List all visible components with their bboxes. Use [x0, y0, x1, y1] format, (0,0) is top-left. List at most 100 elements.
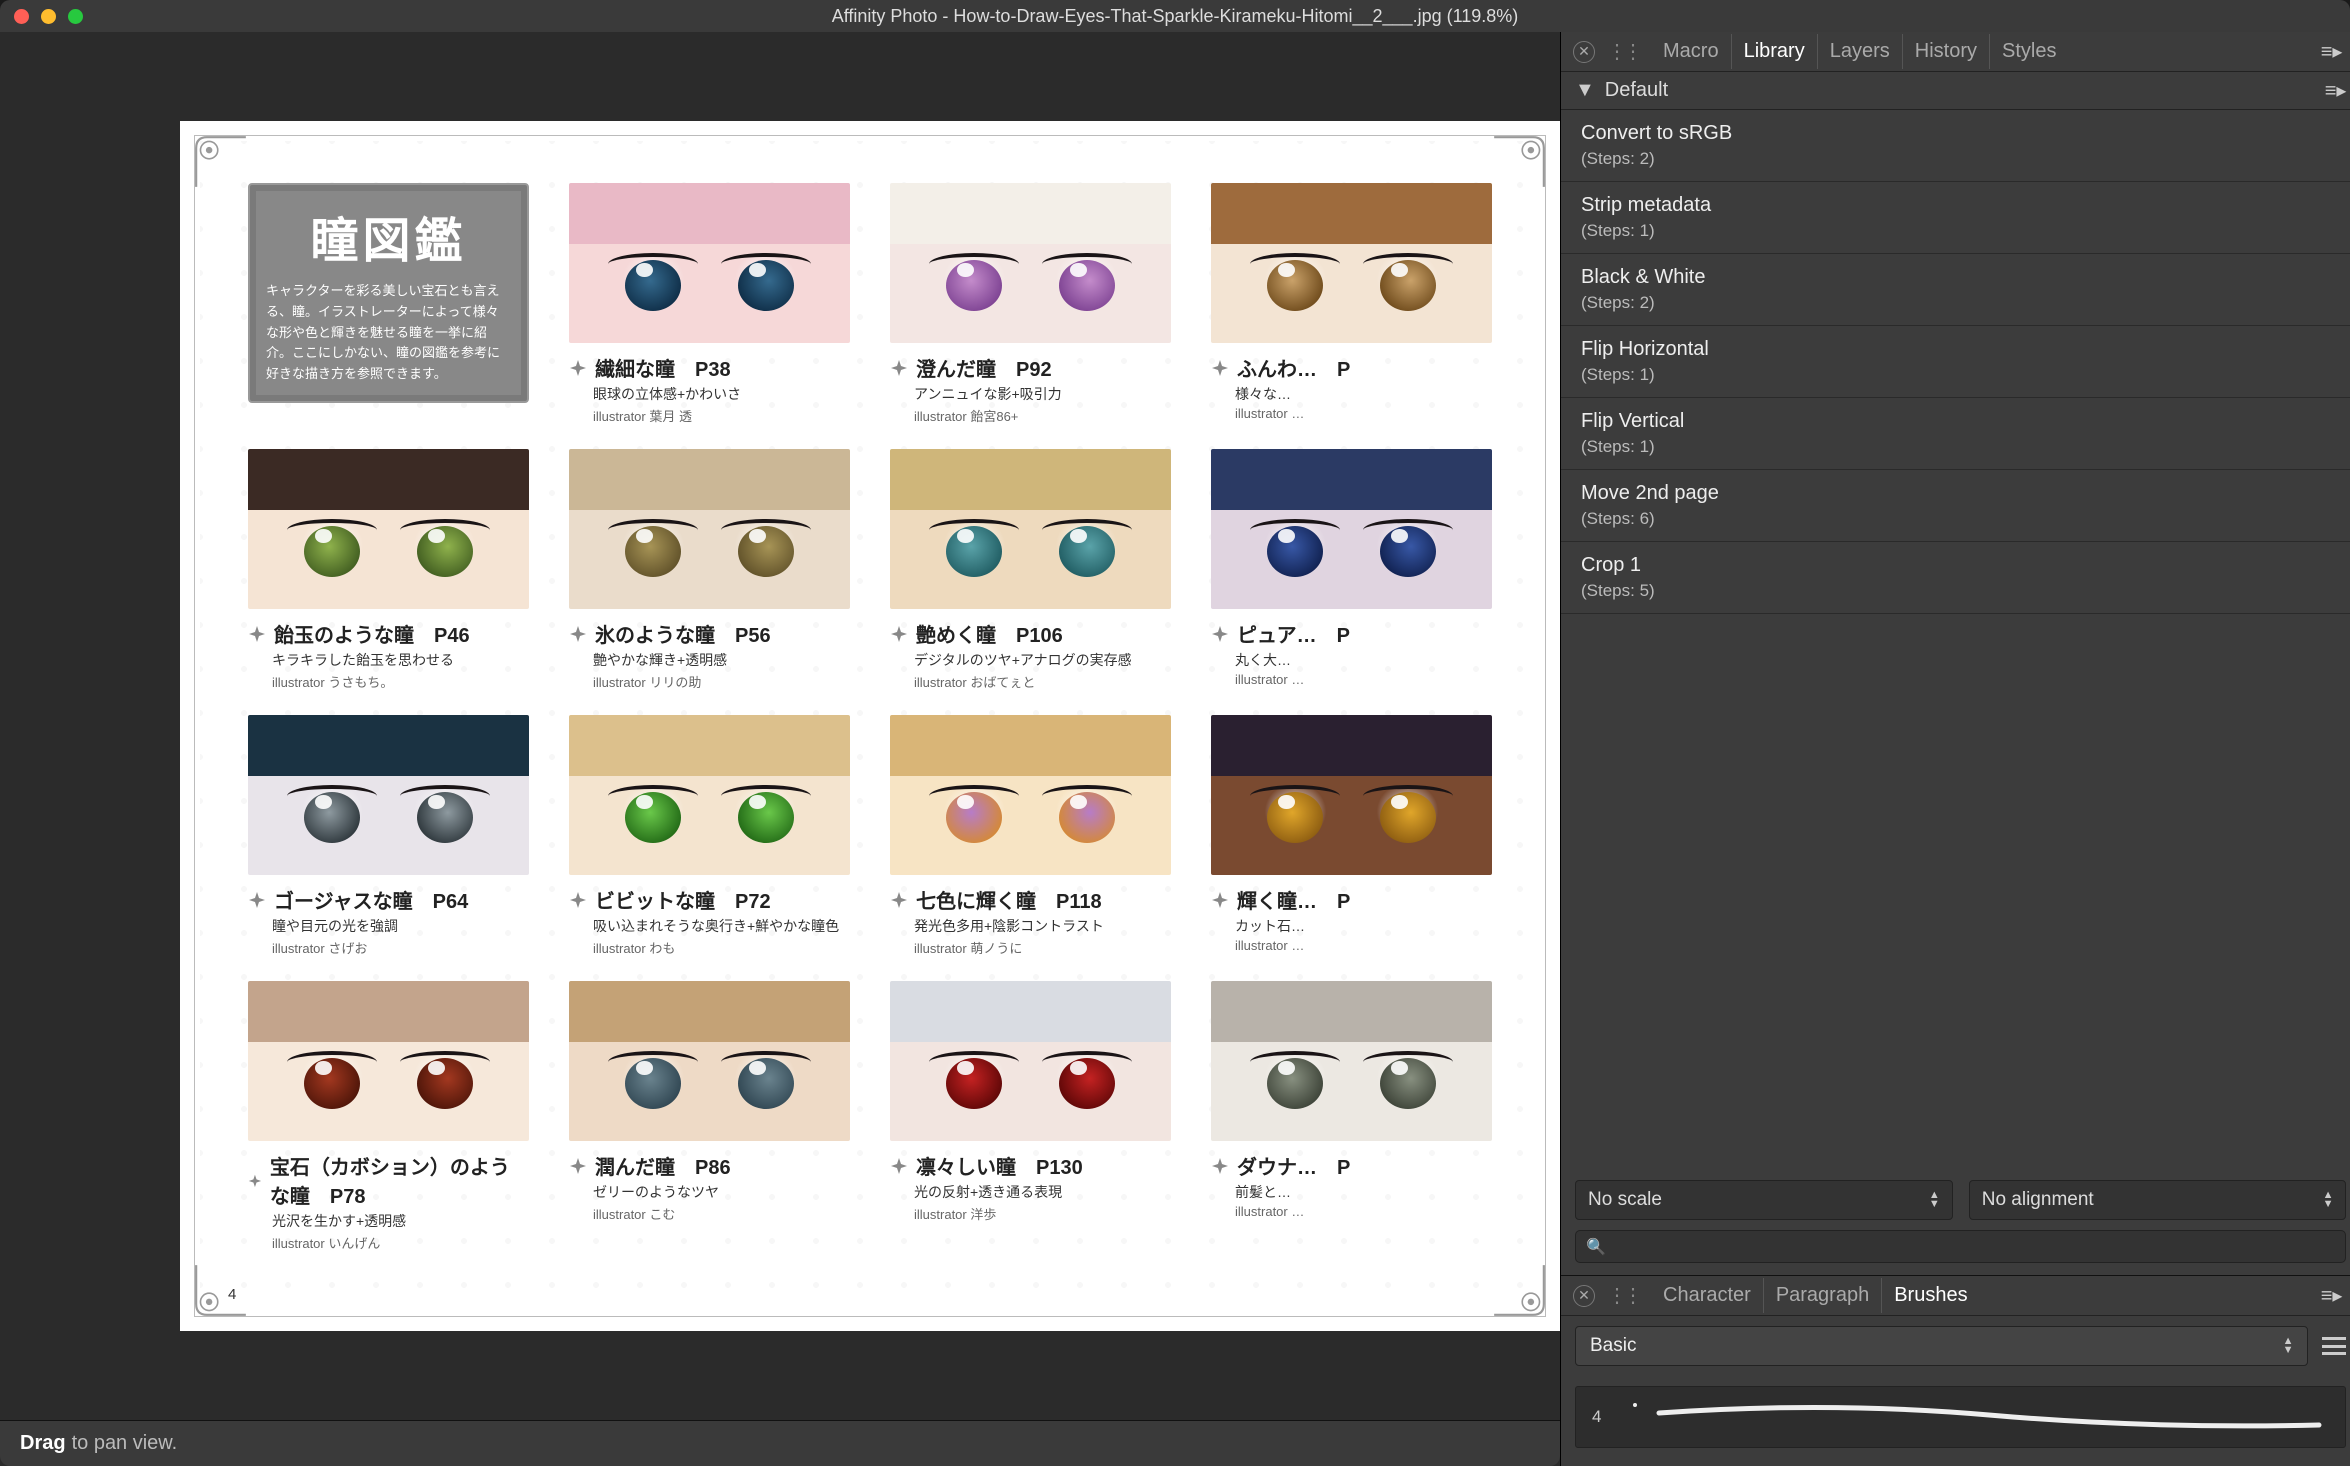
- eye-thumbnail: [569, 981, 850, 1141]
- eye-item-credit: illustrator …: [1235, 1204, 1492, 1219]
- panel-tab[interactable]: Styles: [1990, 34, 2068, 69]
- macro-item[interactable]: Move 2nd page(Steps: 6): [1561, 470, 2350, 542]
- ornament-icon: [1211, 891, 1229, 909]
- eye-item-credit: illustrator こむ: [593, 1204, 850, 1223]
- eye-item-subtitle: 光沢を生かす+透明感: [272, 1211, 529, 1231]
- eye-catalog-item: ダウナ… P前髪と…illustrator …: [1211, 981, 1492, 1252]
- panel-close-icon[interactable]: ✕: [1573, 1285, 1595, 1307]
- eye-item-title: 輝く瞳… P: [1237, 885, 1350, 914]
- section-menu-icon[interactable]: ≡▸: [2325, 78, 2347, 103]
- library-section-name: Default: [1605, 79, 1668, 102]
- eye-item-subtitle: 前髪と…: [1235, 1182, 1492, 1202]
- panel-grip-icon[interactable]: ⋮⋮: [1607, 39, 1639, 64]
- eye-item-title: 飴玉のような瞳 P46: [274, 619, 470, 648]
- eye-item-credit: illustrator うさもち。: [272, 672, 529, 691]
- brush-category-value: Basic: [1590, 1335, 1636, 1357]
- eye-item-subtitle: デジタルのツヤ+アナログの実存感: [914, 650, 1171, 670]
- disclosure-triangle-icon[interactable]: ▼: [1575, 79, 1595, 102]
- eye-item-subtitle: 眼球の立体感+かわいさ: [593, 384, 850, 404]
- macro-item[interactable]: Flip Vertical(Steps: 1): [1561, 398, 2350, 470]
- scale-select-value: No scale: [1588, 1189, 1662, 1211]
- panel-tab[interactable]: Macro: [1651, 34, 1732, 69]
- eye-item-title: ふんわ… P: [1237, 353, 1350, 382]
- macro-list: Convert to sRGB(Steps: 2)Strip metadata(…: [1561, 110, 2350, 614]
- eye-item-credit: illustrator …: [1235, 672, 1492, 687]
- panel-menu-icon[interactable]: ≡▸: [2313, 39, 2350, 64]
- brush-stroke-preview: [1629, 1395, 2329, 1439]
- eye-item-title: 繊細な瞳 P38: [595, 353, 731, 382]
- canvas-area[interactable]: 瞳図鑑キャラクターを彩る美しい宝石とも言える、瞳。イラストレーターによって様々な…: [0, 32, 1561, 1466]
- eye-thumbnail: [248, 715, 529, 875]
- macro-item[interactable]: Crop 1(Steps: 5): [1561, 542, 2350, 614]
- eye-item-credit: illustrator 葉月 透: [593, 406, 850, 425]
- eye-catalog-item: 飴玉のような瞳 P46キラキラした飴玉を思わせる illustrator うさもち…: [248, 449, 529, 691]
- eye-item-credit: illustrator 洋歩: [914, 1204, 1171, 1223]
- eye-item-credit: illustrator さげお: [272, 938, 529, 957]
- panel-tab[interactable]: Brushes: [1882, 1278, 1979, 1313]
- macro-item[interactable]: Black & White (Steps: 2): [1561, 254, 2350, 326]
- library-search-field[interactable]: [1616, 1236, 2336, 1257]
- brushes-panel-tabs: ✕ ⋮⋮ CharacterParagraphBrushes ≡▸: [1561, 1276, 2350, 1316]
- macro-item-title: Flip Vertical: [1581, 410, 2340, 433]
- window-zoom-button[interactable]: [68, 9, 83, 24]
- macro-item-steps: (Steps: 2): [1581, 293, 2340, 313]
- eye-catalog-item: 氷のような瞳 P56艶やかな輝き+透明感illustrator リリの助: [569, 449, 850, 691]
- eye-item-subtitle: 光の反射+透き通る表現: [914, 1182, 1171, 1202]
- status-hint-strong: Drag: [20, 1432, 66, 1455]
- brush-preview-item[interactable]: 4: [1575, 1386, 2346, 1448]
- eye-item-title: ゴージャスな瞳 P64: [274, 885, 468, 914]
- panel-tab[interactable]: Layers: [1818, 34, 1903, 69]
- eye-thumbnail: [569, 449, 850, 609]
- ornament-icon: [890, 359, 908, 377]
- brush-category-select[interactable]: Basic ▲▼: [1575, 1326, 2308, 1366]
- macro-item[interactable]: Convert to sRGB(Steps: 2): [1561, 110, 2350, 182]
- macro-item-steps: (Steps: 6): [1581, 509, 2340, 529]
- search-icon: 🔍: [1586, 1237, 1606, 1257]
- eye-thumbnail: [248, 981, 529, 1141]
- eye-catalog-item: 凛々しい瞳 P130光の反射+透き通る表現illustrator 洋歩: [890, 981, 1171, 1252]
- eye-item-credit: illustrator おばてぇと: [914, 672, 1171, 691]
- panel-tab[interactable]: Paragraph: [1764, 1278, 1882, 1313]
- panel-tab[interactable]: Library: [1732, 34, 1818, 69]
- eye-thumbnail: [569, 183, 850, 343]
- eye-item-credit: illustrator …: [1235, 938, 1492, 953]
- list-view-icon[interactable]: [2322, 1335, 2346, 1357]
- scale-select[interactable]: No scale ▲▼: [1575, 1180, 1953, 1220]
- ornament-icon: [890, 891, 908, 909]
- eye-thumbnail: [1211, 715, 1492, 875]
- intro-plate: 瞳図鑑キャラクターを彩る美しい宝石とも言える、瞳。イラストレーターによって様々な…: [248, 183, 529, 403]
- macro-item[interactable]: Strip metadata(Steps: 1): [1561, 182, 2350, 254]
- eye-item-subtitle: カット石…: [1235, 916, 1492, 936]
- eye-item-subtitle: ゼリーのようなツヤ: [593, 1182, 850, 1202]
- panel-close-icon[interactable]: ✕: [1573, 41, 1595, 63]
- ornament-icon: [569, 1157, 587, 1175]
- eye-catalog-item: ゴージャスな瞳 P64瞳や目元の光を強調illustrator さげお: [248, 715, 529, 957]
- panel-tab[interactable]: History: [1903, 34, 1990, 69]
- eye-item-subtitle: 吸い込まれそうな奥行き+鮮やかな瞳色: [593, 916, 850, 936]
- library-section-header[interactable]: ▼ Default ≡▸: [1561, 72, 2350, 110]
- eye-item-subtitle: 丸く大…: [1235, 650, 1492, 670]
- window-title: Affinity Photo - How-to-Draw-Eyes-That-S…: [832, 6, 1519, 27]
- eye-thumbnail: [1211, 183, 1492, 343]
- macro-item-title: Strip metadata: [1581, 194, 2340, 217]
- ornament-icon: [1211, 625, 1229, 643]
- panel-grip-icon[interactable]: ⋮⋮: [1607, 1283, 1639, 1308]
- alignment-select[interactable]: No alignment ▲▼: [1969, 1180, 2347, 1220]
- eye-item-credit: illustrator いんげん: [272, 1233, 529, 1252]
- macro-item-title: Black & White: [1581, 266, 2340, 289]
- eye-thumbnail: [890, 183, 1171, 343]
- macro-item[interactable]: Flip Horizontal(Steps: 1): [1561, 326, 2350, 398]
- eye-item-credit: illustrator 萌ノうに: [914, 938, 1171, 957]
- macro-item-steps: (Steps: 5): [1581, 581, 2340, 601]
- eye-item-title: 氷のような瞳 P56: [595, 619, 771, 648]
- panel-menu-icon[interactable]: ≡▸: [2313, 1283, 2350, 1308]
- panel-tab[interactable]: Character: [1651, 1278, 1764, 1313]
- eye-item-subtitle: キラキラした飴玉を思わせる: [272, 650, 529, 670]
- document-page: 瞳図鑑キャラクターを彩る美しい宝石とも言える、瞳。イラストレーターによって様々な…: [180, 121, 1560, 1331]
- ornament-icon: [569, 625, 587, 643]
- window-close-button[interactable]: [14, 9, 29, 24]
- window-minimize-button[interactable]: [41, 9, 56, 24]
- library-search-input[interactable]: 🔍: [1575, 1230, 2346, 1263]
- intro-body: キャラクターを彩る美しい宝石とも言える、瞳。イラストレーターによって様々な形や色…: [266, 281, 511, 385]
- eye-item-title: 宝石（カボション）のような瞳 P78: [270, 1151, 529, 1209]
